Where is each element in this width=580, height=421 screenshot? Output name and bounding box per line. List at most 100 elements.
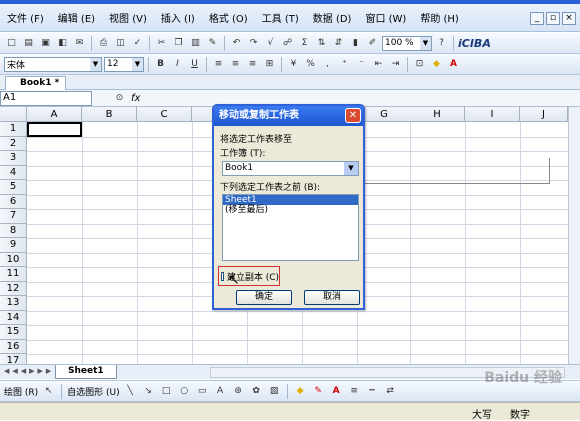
row-header[interactable]: 4 [0,165,27,180]
open-icon[interactable]: ▤ [21,36,36,51]
underline-button[interactable]: U [187,57,202,72]
font-select[interactable]: 宋体 ▼ [4,56,102,72]
row-header[interactable]: 2 [0,136,27,151]
workbook-select[interactable]: Book1 ▼ [222,161,359,176]
list-item[interactable]: (移至最后) [223,205,358,215]
sheet-nav-arrows-icon[interactable]: ◀◀◀▶▶▶ [4,367,54,375]
row-header[interactable]: 12 [0,281,27,296]
line-style-icon[interactable]: ≡ [347,384,362,399]
vertical-scrollbar[interactable] [568,107,580,366]
row-header[interactable]: 7 [0,209,27,224]
row-header[interactable]: 13 [0,296,27,311]
save-icon[interactable]: ▣ [38,36,53,51]
chart-icon[interactable]: ▮ [348,36,363,51]
new-icon[interactable]: □ [4,36,19,51]
row-header[interactable]: 1 [0,122,27,137]
comma-icon[interactable]: , [320,57,335,72]
wordart-icon[interactable]: A [213,384,228,399]
row-header[interactable]: 6 [0,194,27,209]
menu-insert[interactable]: 插入 (I) [154,10,202,25]
ok-button[interactable]: 确定 [236,290,292,305]
restore-button[interactable]: ▫ [546,12,560,25]
bold-button[interactable]: B [153,57,168,72]
permission-icon[interactable]: ◧ [55,36,70,51]
italic-button[interactable]: I [170,57,185,72]
font-color-icon[interactable]: A [446,57,461,72]
list-item[interactable]: Sheet1 [223,195,358,205]
increase-decimal-icon[interactable]: ⁺ [337,57,352,72]
font-size-select[interactable]: 12 ▼ [104,56,144,72]
clipart-icon[interactable]: ✿ [249,384,264,399]
decrease-decimal-icon[interactable]: ⁻ [354,57,369,72]
oval-icon[interactable]: ○ [177,384,192,399]
row-header[interactable]: 9 [0,238,27,253]
column-header[interactable]: J [520,107,568,122]
sheet-list[interactable]: Sheet1 (移至最后) [222,194,359,261]
font-color-icon[interactable]: A [329,384,344,399]
sort-ascending-icon[interactable]: ⇅ [314,36,329,51]
currency-icon[interactable]: ¥ [286,57,301,72]
select-all-corner[interactable] [0,107,27,122]
undo-icon[interactable]: ↶ [229,36,244,51]
draw-menu-button[interactable]: 绘图 (R) [4,385,38,398]
sheet-tab-sheet1[interactable]: Sheet1 [55,365,117,379]
print-icon[interactable]: ⎙ [96,36,111,51]
column-header[interactable]: A [27,107,82,122]
column-header[interactable]: C [137,107,192,122]
menu-view[interactable]: 视图 (V) [102,10,154,25]
column-header[interactable]: B [82,107,137,122]
row-header[interactable]: 8 [0,223,27,238]
row-header[interactable]: 14 [0,310,27,325]
hyperlink-icon[interactable]: ☍ [280,36,295,51]
row-header[interactable]: 11 [0,267,27,282]
diagram-icon[interactable]: ⊛ [231,384,246,399]
row-header[interactable]: 15 [0,325,27,340]
increase-indent-icon[interactable]: ⇥ [388,57,403,72]
active-cell[interactable] [27,122,82,137]
checkbox-box[interactable] [221,271,224,281]
merge-center-icon[interactable]: ⊞ [262,57,277,72]
menu-window[interactable]: 窗口 (W) [358,10,413,25]
email-icon[interactable]: ✉ [72,36,87,51]
menu-file[interactable]: 文件 (F) [0,10,51,25]
minimize-button[interactable]: _ [530,12,544,25]
help-icon[interactable]: ? [434,36,449,51]
row-header[interactable]: 3 [0,151,27,166]
menu-data[interactable]: 数据 (D) [306,10,359,25]
row-header[interactable]: 10 [0,252,27,267]
fx-icon[interactable]: fx [131,93,140,104]
row-header[interactable]: 16 [0,339,27,354]
select-objects-icon[interactable]: ↖ [41,384,56,399]
menu-help[interactable]: 帮助 (H) [413,10,466,25]
column-header[interactable]: I [465,107,520,122]
format-painter-icon[interactable]: ✎ [205,36,220,51]
cancel-button[interactable]: 取消 [304,290,360,305]
line-icon[interactable]: ╲ [123,384,138,399]
decrease-indent-icon[interactable]: ⇤ [371,57,386,72]
drawing-icon[interactable]: ✐ [365,36,380,51]
column-header[interactable]: G [357,107,412,122]
redo-icon[interactable]: ↷ [246,36,261,51]
zoom-select[interactable]: 100 % ▼ [382,35,432,51]
dialog-close-button[interactable]: ✕ [345,108,361,123]
align-center-icon[interactable]: ≡ [228,57,243,72]
arrow-icon[interactable]: ↘ [141,384,156,399]
menu-tools[interactable]: 工具 (T) [255,10,306,25]
close-button[interactable]: × [562,12,576,25]
dialog-titlebar[interactable]: 移动或复制工作表 ✕ [214,106,363,126]
borders-icon[interactable]: ⊡ [412,57,427,72]
menu-format[interactable]: 格式 (O) [202,10,255,25]
cut-icon[interactable]: ✂ [154,36,169,51]
paste-icon[interactable]: ▥ [188,36,203,51]
dash-style-icon[interactable]: ┅ [365,384,380,399]
autoshapes-menu-button[interactable]: 自选图形 (U) [67,385,119,398]
print-preview-icon[interactable]: ◫ [113,36,128,51]
textbox-icon[interactable]: ▭ [195,384,210,399]
workbook-tab[interactable]: Book1 * [5,76,67,90]
rectangle-icon[interactable]: □ [159,384,174,399]
line-color-icon[interactable]: ✎ [311,384,326,399]
spelling-icon[interactable]: ✓ [130,36,145,51]
name-box[interactable]: A1 [0,90,92,106]
autosum-icon[interactable]: Σ [297,36,312,51]
fill-color-icon[interactable]: ◆ [293,384,308,399]
